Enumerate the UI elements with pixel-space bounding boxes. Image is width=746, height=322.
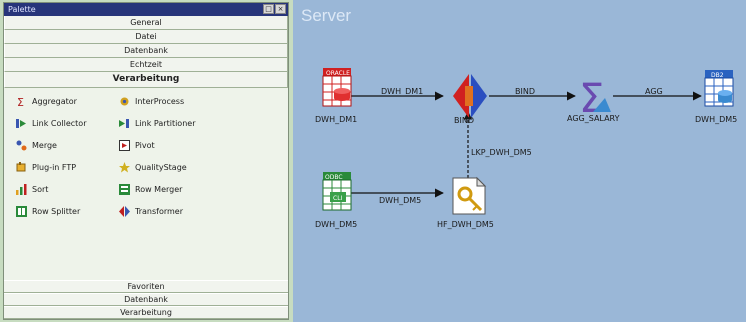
- merge-icon: [16, 140, 27, 151]
- quality-icon: [119, 162, 130, 173]
- sigma-icon: Σ: [17, 96, 24, 107]
- link-partitioner-icon: [119, 119, 129, 128]
- link-label-dwh-dm1: DWH_DM1: [381, 87, 424, 96]
- category-verarbeitung-active[interactable]: Verarbeitung: [4, 72, 288, 88]
- row-splitter-icon: [16, 206, 27, 217]
- gear-icon: [120, 97, 129, 106]
- category-datenbank[interactable]: Datenbank: [4, 44, 288, 58]
- svg-text:CLI: CLI: [333, 195, 343, 202]
- job-canvas[interactable]: Server ORACLE Σ DB2 ODBC CLI DWH_DM1 BIN…: [293, 0, 746, 322]
- palette-item-merge[interactable]: Merge: [16, 140, 57, 151]
- restore-icon[interactable]: □: [263, 4, 274, 14]
- palette-item-row-merger[interactable]: Row Merger: [119, 184, 182, 195]
- close-icon[interactable]: ×: [275, 4, 286, 14]
- node-hf-dwh-dm5[interactable]: [452, 176, 487, 215]
- palette-item-qualitystage[interactable]: QualityStage: [119, 162, 187, 173]
- palette-item-interprocess[interactable]: InterProcess: [119, 96, 184, 107]
- palette-item-link-collector[interactable]: Link Collector: [16, 118, 87, 129]
- node-dwh-dm5-target[interactable]: DB2: [704, 70, 734, 107]
- link-label-lkp-dwh-dm5: LKP_DWH_DM5: [471, 148, 532, 157]
- plugin-icon: [16, 162, 26, 172]
- category-favoriten[interactable]: Favoriten: [4, 280, 288, 293]
- link-collector-icon: [16, 119, 26, 128]
- sort-icon: [16, 184, 27, 195]
- category-general[interactable]: General: [4, 16, 288, 30]
- node-label-dwh-dm5-source: DWH_DM5: [315, 220, 358, 229]
- palette-title-bar: Palette □ ×: [4, 3, 288, 16]
- palette-panel: Palette □ × General Datei Datenbank Echt…: [3, 2, 289, 320]
- link-label-agg: AGG: [645, 87, 663, 96]
- category-datenbank-bottom[interactable]: Datenbank: [4, 293, 288, 306]
- row-merger-icon: [119, 184, 130, 195]
- palette-item-link-partitioner[interactable]: Link Partitioner: [119, 118, 195, 129]
- svg-text:Σ: Σ: [17, 96, 24, 107]
- node-label-dwh-dm1: DWH_DM1: [315, 115, 358, 124]
- node-bind-transformer[interactable]: [453, 74, 487, 118]
- palette-item-row-splitter[interactable]: Row Splitter: [16, 206, 80, 217]
- category-datei[interactable]: Datei: [4, 30, 288, 44]
- node-dwh-dm5-source[interactable]: ODBC CLI: [322, 172, 352, 211]
- palette-item-pivot[interactable]: Pivot: [119, 140, 155, 151]
- pivot-icon: [119, 140, 130, 151]
- category-echtzeit[interactable]: Echtzeit: [4, 58, 288, 72]
- job-diagram: ORACLE Σ DB2 ODBC CLI: [322, 68, 734, 215]
- node-dwh-dm1-source[interactable]: ORACLE: [322, 68, 352, 107]
- node-label-agg-salary: AGG_SALARY: [567, 114, 620, 123]
- palette-item-plugin-ftp[interactable]: Plug-in FTP: [16, 162, 76, 173]
- transformer-icon: [119, 206, 130, 217]
- node-label-dwh-dm5-target: DWH_DM5: [695, 115, 738, 124]
- palette-item-aggregator[interactable]: Σ Aggregator: [16, 96, 77, 107]
- link-label-bind: BIND: [515, 87, 535, 96]
- palette-item-sort[interactable]: Sort: [16, 184, 48, 195]
- palette-item-transformer[interactable]: Transformer: [119, 206, 183, 217]
- palette-title: Palette: [8, 5, 36, 14]
- palette-items: Σ Aggregator InterProcess Link Collector…: [4, 88, 288, 238]
- link-label-dwh-dm5: DWH_DM5: [379, 196, 422, 205]
- node-label-hf-dwh-dm5: HF_DWH_DM5: [437, 220, 494, 229]
- category-verarbeitung-bottom[interactable]: Verarbeitung: [4, 306, 288, 319]
- node-label-bind: BIND: [454, 116, 474, 125]
